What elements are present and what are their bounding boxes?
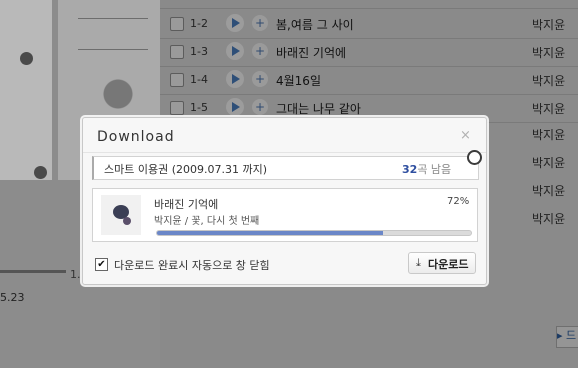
song-subtitle: 박지윤 / 꽃, 다시 첫 번째 (154, 216, 260, 227)
cursor-icon (467, 150, 482, 165)
table-row: 1-2 + 봄,여름 그 사이 박지윤 (160, 11, 578, 39)
table-row (160, 0, 578, 9)
track-number: 1-5 (190, 101, 208, 114)
play-icon[interactable] (226, 98, 244, 116)
track-checkbox[interactable] (170, 17, 184, 31)
download-icon: ⤓ (416, 256, 421, 269)
download-button[interactable]: ⤓ 다운로드 (408, 252, 476, 274)
remaining-suffix: 곡 남음 (417, 163, 452, 176)
voucher-info: 스마트 이용권 (2009.07.31 까지) 32곡 남음 (92, 156, 479, 180)
plus-icon[interactable]: + (252, 99, 268, 115)
dialog-title: Download (97, 129, 175, 145)
track-number: 1-2 (190, 17, 208, 30)
track-title: 4월16일 (276, 74, 321, 88)
time-marker: 1. (70, 268, 81, 281)
track-checkbox[interactable] (170, 73, 184, 87)
download-percent: 72% (447, 196, 470, 207)
download-dialog: Download × 스마트 이용권 (2009.07.31 까지) 32곡 남… (82, 117, 487, 285)
play-icon[interactable] (226, 42, 244, 60)
table-row: 1-3 + 바래진 기억에 박지윤 (160, 39, 578, 67)
album-thumbnail (101, 195, 141, 235)
play-icon[interactable] (226, 70, 244, 88)
download-button-label: 다운로드 (428, 258, 469, 271)
track-artist: 박지윤 (532, 74, 566, 88)
divider (83, 152, 486, 153)
voucher-label: 스마트 이용권 (2009.07.31 까지) (104, 163, 268, 176)
close-icon[interactable]: × (460, 128, 471, 143)
song-title: 바래진 기억에 (154, 198, 219, 211)
track-artist: 박지윤 (532, 212, 566, 226)
remaining-count: 32 (402, 163, 418, 176)
album-art-secondary (0, 0, 52, 180)
download-item: 바래진 기억에 박지윤 / 꽃, 다시 첫 번째 72% (92, 188, 478, 242)
next-page-button[interactable]: ▸ 드 (556, 326, 578, 348)
track-artist: 박지윤 (532, 46, 566, 60)
track-artist: 박지윤 (532, 18, 566, 32)
decor-dot (20, 52, 33, 65)
auto-close-label: 다운로드 완료시 자동으로 창 닫힘 (114, 259, 270, 272)
play-icon[interactable] (226, 14, 244, 32)
track-checkbox[interactable] (170, 45, 184, 59)
track-number: 1-4 (190, 73, 208, 86)
track-artist: 박지윤 (532, 156, 566, 170)
voucher-remaining: 32곡 남음 (402, 161, 451, 177)
track-number: 1-3 (190, 45, 208, 58)
track-title: 봄,여름 그 사이 (276, 18, 354, 32)
elapsed-time: 5.23 (0, 291, 25, 304)
track-artist: 박지윤 (532, 102, 566, 116)
download-progress-fill (157, 231, 384, 235)
track-checkbox[interactable] (170, 101, 184, 115)
playback-progress (0, 270, 66, 273)
plus-icon[interactable]: + (252, 71, 268, 87)
track-title: 그대는 나무 같아 (276, 102, 361, 116)
track-artist: 박지윤 (532, 128, 566, 142)
download-progress-bar (156, 230, 472, 236)
track-artist: 박지윤 (532, 184, 566, 198)
plus-icon[interactable]: + (252, 43, 268, 59)
track-title: 바래진 기억에 (276, 46, 347, 60)
auto-close-checkbox[interactable]: ✔ (95, 258, 108, 271)
plus-icon[interactable]: + (252, 15, 268, 31)
decor-dot (34, 166, 47, 179)
table-row: 1-4 +4월16일 박지윤 (160, 67, 578, 95)
